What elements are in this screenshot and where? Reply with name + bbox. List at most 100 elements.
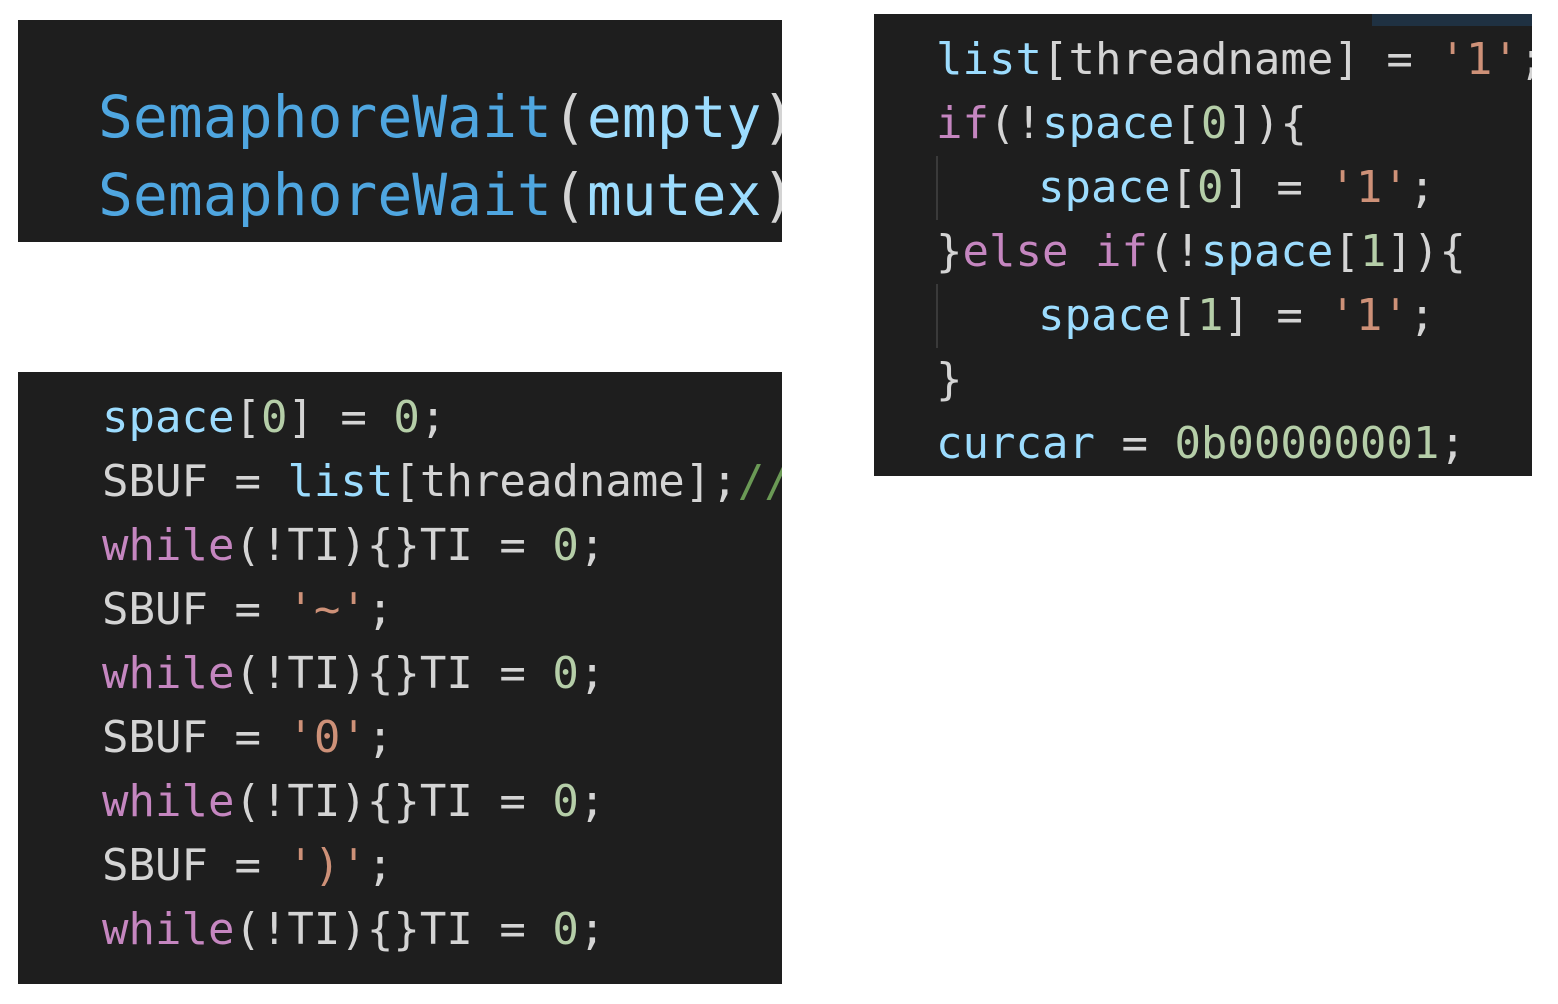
code-token: [threadname] = [1041,34,1440,85]
code-line: space[1] = '1'; [1038,284,1435,348]
punctuation-token: ( [551,83,587,151]
punctuation-token: ; [1439,418,1466,469]
string-token: '~' [287,584,367,635]
code-line: while(!TI){}TI = 0; [102,898,605,962]
code-line: list[threadname] = '1'; [936,28,1532,92]
code-panel-semaphore: SemaphoreWait(empty);/ SemaphoreWait(mut… [18,20,782,242]
keyword-token: if [936,98,989,149]
variable-token: empty [586,83,762,151]
number-token: 0 [260,392,288,443]
code-line: SemaphoreWait(empty);/ [98,78,782,156]
keyword-token: while [102,520,235,571]
variable-token: list [936,34,1042,85]
number-token: 0b00000001 [1174,418,1440,469]
keyword-token: while [102,904,235,955]
string-token: ')' [287,840,367,891]
code-token: (!TI){}TI = [234,648,553,699]
variable-token: space [102,392,235,443]
punctuation-token: ] = [1223,290,1330,341]
number-token: 0 [1200,98,1228,149]
indent-guide [936,284,938,348]
variable-token: space [1041,98,1175,149]
code-token: SBUF = [102,456,288,507]
code-line: }else if(!space[1]){ [936,220,1466,284]
string-token: '1' [1329,290,1409,341]
punctuation-token: ]){ [1386,226,1466,277]
variable-token: space [1200,226,1334,277]
punctuation-token: [ [1170,290,1197,341]
string-token: '1' [1439,34,1519,85]
code-panel-space-allocation: list[threadname] = '1'; if(!space[0]){ s… [874,14,1532,476]
number-token: 0 [552,520,579,571]
code-line: SemaphoreWait(mutex); [98,156,782,234]
code-line: curcar = 0b00000001; [936,412,1466,476]
punctuation-token: ; [419,392,447,443]
number-token: 0 [552,648,579,699]
number-token: 1 [1196,290,1224,341]
punctuation-token: = [1094,418,1175,469]
comment-token: //t [737,456,782,507]
number-token: 1 [1359,226,1387,277]
keyword-token: while [102,648,235,699]
number-token: 0 [1196,162,1224,213]
function-token: SemaphoreWait [98,161,552,229]
variable-token: mutex [586,161,762,229]
punctuation-token: ; [578,520,606,571]
punctuation-token: ; [578,904,606,955]
function-token: SemaphoreWait [98,83,552,151]
number-token: 0 [393,392,420,443]
variable-token: space [1038,290,1171,341]
code-token: [threadname]; [393,456,738,507]
punctuation-token: (! [1147,226,1201,277]
punctuation-token: [ [1333,226,1360,277]
code-token: SBUF = [102,584,288,635]
punctuation-token: (! [988,98,1042,149]
punctuation-token: ; [1408,162,1436,213]
variable-token: curcar [936,418,1095,469]
punctuation-token: ; [578,648,606,699]
punctuation-token: [ [1174,98,1201,149]
code-line: while(!TI){}TI = 0; [102,642,605,706]
punctuation-token: ); [761,161,782,229]
code-token: (!TI){}TI = [234,520,553,571]
punctuation-token: ; [366,584,394,635]
code-line: SBUF = ')'; [102,834,393,898]
punctuation-token: [ [1170,162,1197,213]
code-line: SBUF = '~'; [102,578,393,642]
code-line: space[0] = 0; [102,386,446,450]
punctuation-token: ; [366,712,394,763]
punctuation-token: } [936,226,963,277]
keyword-token: else if [962,226,1148,277]
variable-token: list [287,456,394,507]
number-token: 0 [552,776,579,827]
punctuation-token: ]){ [1227,98,1307,149]
editor-tab-strip [1372,14,1532,26]
code-line: if(!space[0]){ [936,92,1307,156]
keyword-token: while [102,776,235,827]
number-token: 0 [552,904,579,955]
punctuation-token: ] = [1223,162,1330,213]
code-line: space[0] = '1'; [1038,156,1435,220]
code-panel-serial-output: space[0] = 0; SBUF = list[threadname];//… [18,372,782,984]
string-token: '0' [287,712,367,763]
punctuation-token: ; [578,776,606,827]
punctuation-token: ); [761,83,782,151]
variable-token: space [1038,162,1171,213]
punctuation-token: ( [551,161,587,229]
code-token: (!TI){}TI = [234,904,553,955]
punctuation-token: ; [366,840,394,891]
code-line: SBUF = '0'; [102,706,393,770]
code-line: } [936,348,963,412]
code-token: SBUF = [102,840,288,891]
punctuation-token: } [936,354,963,405]
punctuation-token: [ [234,392,261,443]
string-token: '1' [1329,162,1409,213]
code-line: while(!TI){}TI = 0; [102,514,605,578]
code-line: while(!TI){}TI = 0; [102,770,605,834]
indent-guide [936,156,938,220]
punctuation-token: ; [1519,34,1532,85]
code-token: SBUF = [102,712,288,763]
punctuation-token: ; [1408,290,1436,341]
code-token: (!TI){}TI = [234,776,553,827]
code-line: SBUF = list[threadname];//t [102,450,782,514]
